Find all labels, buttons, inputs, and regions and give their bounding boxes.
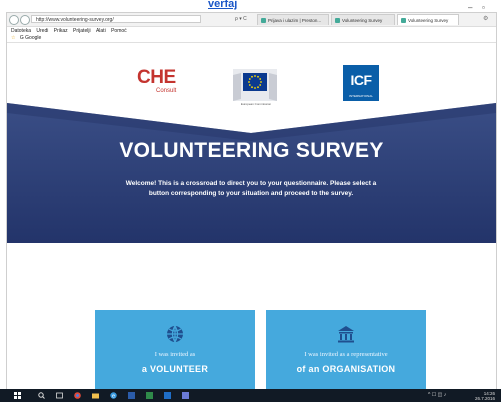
caption-link[interactable]: verfaj [208,0,237,10]
tab-survey-1[interactable]: Volunteering Survey [331,14,395,25]
word-icon[interactable] [128,392,135,399]
tab-favicon-icon [261,18,266,23]
url-controls[interactable]: ρ ▾ C [235,16,247,22]
menu-item[interactable]: Uredi [36,28,48,34]
browser-window: http://www.volunteering-survey.org/ ρ ▾ … [6,12,497,391]
task-view-icon[interactable] [56,392,63,399]
eu-star [248,81,250,83]
chrome-icon[interactable] [74,392,81,399]
icf-logo: ICF INTERNATIONAL [343,65,379,101]
menu-item[interactable]: Pomoć [111,28,127,34]
tab-survey-2[interactable]: Volunteering Survey [397,14,459,25]
minimize-icon[interactable]: – [468,3,472,12]
favorites-bar: ☆ G Google [7,35,496,43]
svg-text:e: e [112,394,115,400]
building-icon [338,326,354,343]
hero-banner [7,103,496,243]
menu-item[interactable]: Datoteka [11,28,31,34]
eu-star [259,78,262,80]
eu-star [248,78,251,80]
tab-label: Prijava i ulazim | Preston... [268,18,322,23]
eu-star [248,84,251,86]
eu-star [251,75,253,78]
menu-item[interactable]: Prikaz [54,28,68,34]
favorite-google[interactable]: G Google [20,35,41,41]
folder-icon[interactable] [92,392,99,399]
eu-star [257,86,259,89]
back-icon[interactable] [9,15,19,25]
tab-favicon-icon [401,18,406,23]
volunteer-button[interactable]: I was invited as a VOLUNTEER [95,310,255,390]
intro-text: Welcome! This is a crossroad to direct y… [125,180,377,197]
che-logo: CHE [137,67,176,88]
menu-bar: Datoteka Uredi Prikaz Prijatelji Alati P… [7,27,496,35]
eu-star [260,81,262,83]
menu-item[interactable]: Alati [96,28,106,34]
windows-start-icon[interactable] [14,392,21,399]
settings-icon[interactable]: ⚙ [483,15,488,22]
tab-favicon-icon [335,18,340,23]
menu-item[interactable]: Prijatelji [73,28,91,34]
clock[interactable]: 14:26 26.7.2016 [475,391,495,401]
eu-star [254,87,256,89]
volunteer-button-small: I was invited as [154,351,196,358]
ie-icon[interactable]: e [110,392,117,399]
caption-bar: verfaj – ▫ [0,0,501,12]
outlook-icon[interactable] [164,392,171,399]
restore-icon[interactable]: ▫ [482,3,485,12]
eu-star [251,86,253,89]
favorites-star-icon[interactable]: ☆ [11,35,15,41]
icf-logo-sub: INTERNATIONAL [349,94,373,98]
eu-star [259,84,262,86]
excel-icon[interactable] [146,392,153,399]
address-bar: http://www.volunteering-survey.org/ ρ ▾ … [7,13,496,27]
organisation-button[interactable]: I was invited as a representative of an … [266,310,426,390]
tab-label: Volunteering Survey [408,18,449,23]
tab-login[interactable]: Prijava i ulazim | Preston... [257,14,329,25]
icf-logo-text: ICF [350,72,372,88]
organisation-button-small: I was invited as a representative [304,351,388,358]
search-icon[interactable] [38,392,45,399]
clock-date: 26.7.2016 [474,396,495,401]
eu-star [257,75,259,78]
eu-star [254,75,256,77]
app-icon[interactable] [182,392,189,399]
url-field[interactable]: http://www.volunteering-survey.org/ [31,15,201,23]
tab-label: Volunteering Survey [342,18,383,23]
taskbar: e ^ ☐ ◫ ♪ 14:26 26.7.2016 [0,389,501,402]
volunteer-button-label: a VOLUNTEER [141,364,209,374]
page-content: CHE Consult European Commission ICF INTE… [7,43,496,390]
page-title: VOLUNTEERING SURVEY [119,139,384,162]
organisation-button-label: of an ORGANISATION [296,364,396,374]
che-logo-sub: Consult [156,88,177,94]
tray-icons[interactable]: ^ ☐ ◫ ♪ [428,392,446,398]
globe-icon [167,325,183,343]
eu-flag-icon [233,69,277,101]
forward-icon[interactable] [20,15,30,25]
